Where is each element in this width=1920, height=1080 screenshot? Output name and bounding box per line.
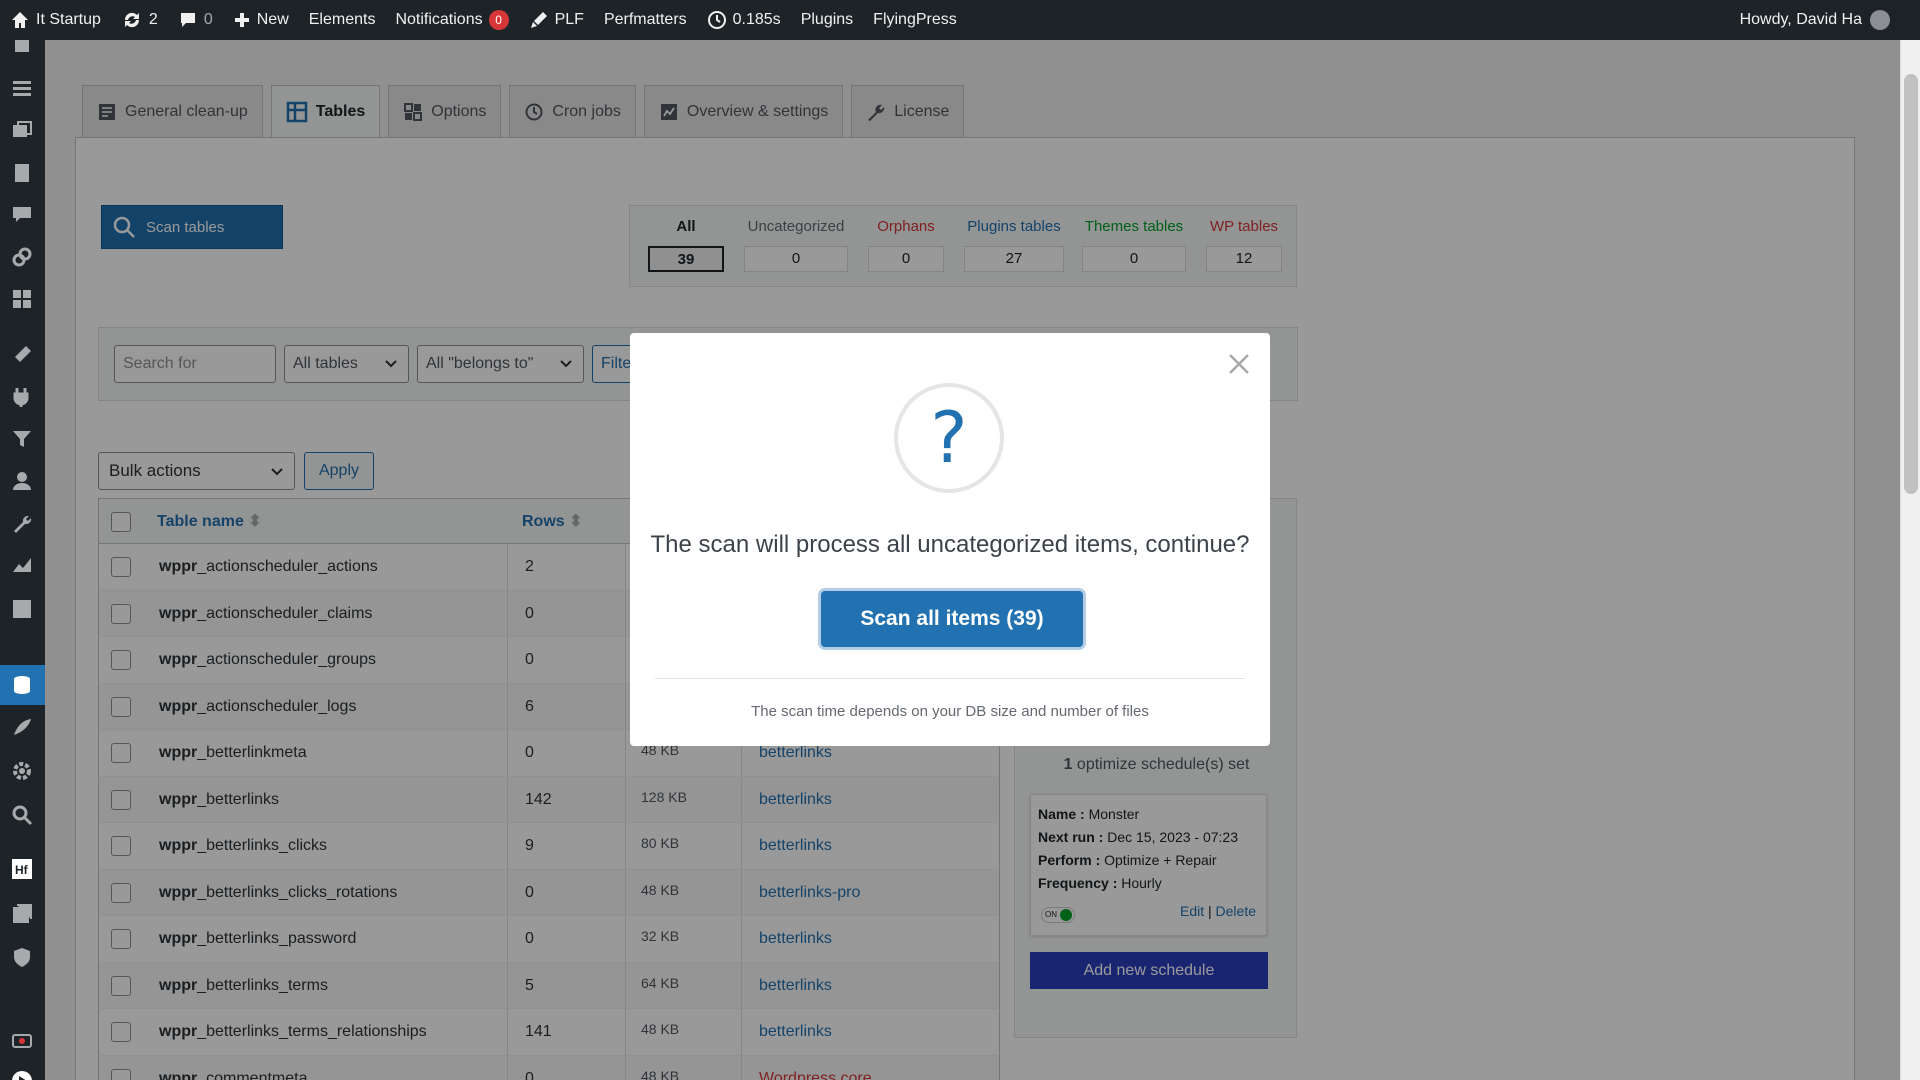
scrollbar-thumb[interactable] (1904, 74, 1918, 494)
avatar (1870, 10, 1890, 30)
question-icon: ? (894, 383, 1004, 493)
close-icon[interactable] (1226, 351, 1252, 377)
scan-all-items-button[interactable]: Scan all items (39) (821, 591, 1083, 647)
plugins-menu[interactable]: Plugins (791, 0, 863, 40)
plugins-label: Plugins (800, 11, 854, 28)
query-timer[interactable]: 0.185s (697, 0, 791, 40)
appearance-icon[interactable] (11, 344, 33, 366)
users-icon[interactable] (11, 470, 33, 492)
clock-icon (707, 11, 726, 29)
new-label: New (256, 11, 289, 28)
comments-menu[interactable]: 0 (168, 0, 223, 40)
brush-icon (530, 12, 547, 28)
settings-icon[interactable] (11, 760, 33, 782)
plf-label: PLF (554, 11, 584, 28)
link-icon[interactable] (11, 246, 33, 268)
elements-label: Elements (308, 11, 376, 28)
analytics-icon[interactable] (11, 598, 33, 620)
shield-icon[interactable] (11, 946, 33, 968)
filter-icon[interactable] (11, 428, 33, 450)
flyingpress-label: FlyingPress (873, 11, 957, 28)
list-icon[interactable] (11, 78, 33, 100)
elements-menu[interactable]: Elements (299, 0, 386, 40)
tools-icon[interactable] (11, 512, 33, 534)
scan-confirm-dialog: ? The scan will process all uncategorize… (630, 333, 1270, 746)
feather-icon[interactable] (11, 716, 33, 738)
comment-icon (180, 13, 195, 27)
grid-icon[interactable] (11, 288, 33, 310)
plugins-icon[interactable] (11, 386, 33, 408)
comments-icon[interactable] (11, 204, 33, 226)
greeting: Howdy, David Ha (1739, 11, 1862, 28)
notifications-label: Notifications (395, 11, 483, 28)
plf-menu[interactable]: PLF (519, 0, 594, 40)
admin-bar: It Startup 2 0 New Elements Notification… (0, 0, 1920, 40)
layers-icon[interactable] (11, 902, 33, 924)
pages-icon[interactable] (11, 162, 33, 184)
new-content-menu[interactable]: New (223, 0, 299, 40)
perfmatters-label: Perfmatters (603, 11, 687, 28)
updates-menu[interactable]: 2 (111, 0, 168, 40)
dialog-title: The scan will process all uncategorized … (650, 531, 1250, 558)
collapse-icon[interactable] (11, 1070, 33, 1080)
refresh-icon (124, 12, 139, 28)
notifications-menu[interactable]: Notifications 0 (385, 0, 518, 40)
plus-icon (234, 13, 249, 27)
chart-icon[interactable] (11, 554, 33, 576)
account-menu[interactable]: Howdy, David Ha (1740, 10, 1920, 30)
comments-count: 0 (203, 11, 213, 28)
search-icon[interactable] (11, 804, 33, 826)
hf-icon[interactable]: Hf (11, 858, 33, 880)
perfmatters-menu[interactable]: Perfmatters (594, 0, 697, 40)
notifications-badge: 0 (488, 10, 509, 30)
svg-text:Hf: Hf (15, 863, 29, 877)
dialog-footer: The scan time depends on your DB size an… (751, 703, 1149, 720)
site-name: It Startup (36, 11, 101, 28)
record-icon[interactable] (11, 1030, 33, 1052)
updates-count: 2 (148, 11, 158, 28)
timer-value: 0.185s (732, 11, 781, 28)
media-icon[interactable] (11, 120, 33, 142)
site-menu[interactable]: It Startup (0, 0, 111, 40)
admin-sidebar: Hf (0, 38, 45, 1080)
database-icon[interactable] (11, 674, 33, 696)
flyingpress-menu[interactable]: FlyingPress (863, 0, 967, 40)
dialog-divider (655, 678, 1245, 679)
page-scrollbar[interactable] (1900, 40, 1920, 1080)
home-icon (12, 12, 28, 28)
